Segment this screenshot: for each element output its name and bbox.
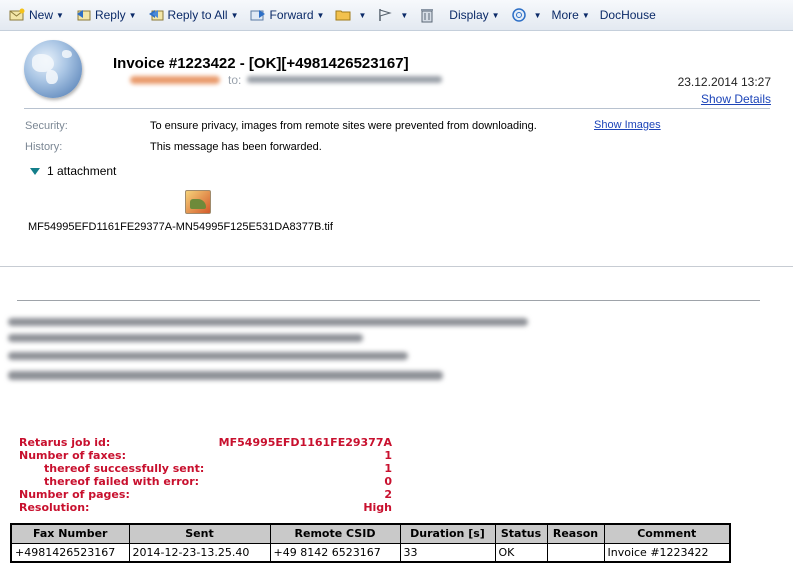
move-folder-button[interactable]: ▼ <box>330 4 370 26</box>
more-button[interactable]: More ▼ <box>547 4 593 26</box>
dochouse-button[interactable]: DocHouse <box>596 4 660 26</box>
forward-button[interactable]: Forward ▼ <box>245 4 329 26</box>
toolbar: New ▼ Reply ▼ Reply to All ▼ Forward ▼ ▼… <box>0 0 793 31</box>
resolution-label: Resolution: <box>19 501 90 514</box>
attachments-toggle[interactable]: 1 attachment <box>30 164 116 178</box>
header-divider <box>24 108 770 109</box>
column-header: Duration [s] <box>399 523 496 544</box>
folder-icon <box>334 7 352 23</box>
chevron-down-icon[interactable]: ▼ <box>317 11 325 20</box>
table-header-row: Fax Number Sent Remote CSID Duration [s]… <box>10 523 731 544</box>
attachment-filename[interactable]: MF54995EFD1161FE29377A-MN54995F125E531DA… <box>28 221 333 233</box>
search-icon <box>510 7 528 23</box>
sender-redacted <box>130 76 220 84</box>
dochouse-label: DocHouse <box>599 8 656 22</box>
trash-icon <box>418 7 436 23</box>
reply-label: Reply <box>94 8 126 22</box>
duration-cell: 33 <box>399 542 496 563</box>
show-images-link[interactable]: Show Images <box>594 119 661 131</box>
delete-button[interactable] <box>414 4 443 26</box>
remote-csid-cell: +49 8142 6523167 <box>269 542 401 563</box>
column-header: Sent <box>128 523 271 544</box>
pages-value: 2 <box>384 488 392 501</box>
redacted-text <box>8 371 443 380</box>
message-date: 23.12.2014 13:27 <box>677 75 771 89</box>
image-file-icon[interactable] <box>185 190 211 214</box>
show-details-link[interactable]: Show Details <box>701 92 771 106</box>
history-label: History: <box>25 141 63 153</box>
num-faxes-value: 1 <box>384 449 392 462</box>
recipient-redacted <box>247 76 442 83</box>
display-button[interactable]: Display ▼ <box>445 4 503 26</box>
reply-icon <box>74 7 92 23</box>
attachments-count: 1 attachment <box>47 164 117 178</box>
new-mail-icon <box>8 7 26 23</box>
chevron-down-icon[interactable]: ▼ <box>400 11 408 20</box>
reply-all-label: Reply to All <box>167 8 228 22</box>
num-faxes-label: Number of faxes: <box>19 449 126 462</box>
column-header: Comment <box>603 523 731 544</box>
job-id-value: MF54995EFD1161FE29377A <box>218 436 392 449</box>
chevron-down-icon[interactable]: ▼ <box>56 11 64 20</box>
column-header: Remote CSID <box>269 523 401 544</box>
column-header: Status <box>494 523 548 544</box>
failed-value: 0 <box>384 475 392 488</box>
fax-report-table: Fax Number Sent Remote CSID Duration [s]… <box>10 523 731 563</box>
redacted-text <box>8 318 528 326</box>
reply-all-icon <box>147 7 165 23</box>
pages-label: Number of pages: <box>19 488 130 501</box>
chevron-down-icon[interactable]: ▼ <box>358 11 366 20</box>
body-rule <box>17 300 760 301</box>
reason-cell <box>546 542 605 563</box>
history-text: This message has been forwarded. <box>150 141 322 153</box>
column-header: Reason <box>546 523 605 544</box>
header-body-divider <box>0 266 793 267</box>
forward-icon <box>249 7 267 23</box>
failed-label: thereof failed with error: <box>44 475 200 488</box>
fax-number-cell: +4981426523167 <box>10 542 130 563</box>
chevron-down-icon[interactable]: ▼ <box>231 11 239 20</box>
chevron-down-icon[interactable]: ▼ <box>582 11 590 20</box>
display-label: Display <box>449 8 489 22</box>
to-label: to: <box>228 73 242 87</box>
redacted-text <box>8 334 363 342</box>
chevron-down-icon[interactable]: ▼ <box>534 11 542 20</box>
new-label: New <box>29 8 54 22</box>
forward-label: Forward <box>269 8 314 22</box>
security-label: Security: <box>25 120 68 132</box>
sent-cell: 2014-12-23-13.25.40 <box>128 542 271 563</box>
column-header: Fax Number <box>10 523 130 544</box>
redacted-text <box>8 352 408 360</box>
sender-avatar <box>24 40 82 98</box>
job-id-label: Retarus job id: <box>19 436 111 449</box>
reply-button[interactable]: Reply ▼ <box>70 4 141 26</box>
message-subject: Invoice #1223422 - [OK][+4981426523167] <box>113 55 409 72</box>
expand-triangle-icon <box>30 167 40 175</box>
sent-ok-value: 1 <box>384 462 392 475</box>
flag-button[interactable]: ▼ <box>372 4 412 26</box>
chevron-down-icon[interactable]: ▼ <box>492 11 500 20</box>
sent-ok-label: thereof successfully sent: <box>44 462 205 475</box>
resolution-value: High <box>363 501 392 514</box>
new-button[interactable]: New ▼ <box>4 4 68 26</box>
flag-icon <box>376 7 394 23</box>
reply-all-button[interactable]: Reply to All ▼ <box>143 4 243 26</box>
security-text: To ensure privacy, images from remote si… <box>150 120 537 132</box>
table-row: +4981426523167 2014-12-23-13.25.40 +49 8… <box>10 542 731 563</box>
search-button[interactable]: ▼ <box>506 4 546 26</box>
comment-cell: Invoice #1223422 <box>603 542 731 563</box>
more-label: More <box>551 8 579 22</box>
chevron-down-icon[interactable]: ▼ <box>129 11 137 20</box>
status-cell: OK <box>494 542 548 563</box>
